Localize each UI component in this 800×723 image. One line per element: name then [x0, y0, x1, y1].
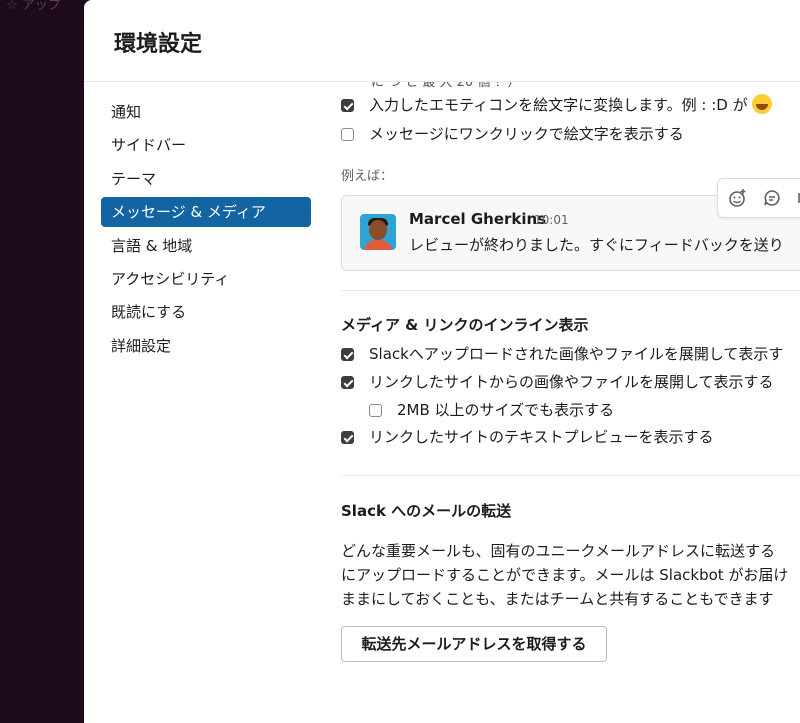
message-timestamp: 10:01 — [534, 213, 569, 227]
one-click-emoji-checkbox[interactable] — [341, 128, 354, 141]
email-forward-section-title: Slack へのメールの転送 — [341, 502, 512, 520]
media-section-title: メディア & リンクのインライン表示 — [341, 316, 589, 334]
sidebar-item-advanced[interactable]: 詳細設定 — [101, 331, 311, 361]
add-reaction-icon[interactable] — [728, 188, 748, 208]
email-forward-description-line: ままにしておくことも、またはチームと共有することもできます — [341, 590, 774, 608]
sidebar-item-themes[interactable]: テーマ — [101, 164, 311, 194]
linked-media-checkbox[interactable] — [341, 376, 354, 389]
sidebar-item-accessibility[interactable]: アクセシビリティ — [101, 264, 311, 294]
text-preview-checkbox[interactable] — [341, 431, 354, 444]
share-message-icon[interactable] — [796, 188, 800, 208]
avatar — [360, 214, 396, 250]
sidebar-item-messages-media[interactable]: メッセージ & メディア — [101, 197, 311, 228]
emoji-convert-option: 入力したエモティコンを絵文字に変換します。例 : :D が — [341, 94, 772, 116]
email-forward-description-line: にアップロードすることができます。メールは Slackbot がお届け — [341, 566, 789, 584]
one-click-emoji-option: メッセージにワンクリックで絵文字を表示する — [341, 123, 684, 145]
text-preview-option: リンクしたサイトのテキストプレビューを表示する — [341, 426, 714, 448]
large-files-option: 2MB 以上のサイズでも表示する — [369, 399, 614, 421]
reply-thread-icon[interactable] — [762, 188, 782, 208]
one-click-emoji-label: メッセージにワンクリックで絵文字を表示する — [369, 125, 684, 143]
section-divider — [341, 475, 800, 476]
media-upload-checkbox[interactable] — [341, 348, 354, 361]
example-label: 例えば： — [341, 169, 394, 184]
preferences-modal: 環境設定 通知 サイドバー テーマ メッセージ & メディア 言語 & 地域 ア… — [84, 0, 800, 723]
large-files-label: 2MB 以上のサイズでも表示する — [397, 401, 615, 419]
message-text: レビューが終わりました。すぐにフィードバックを送り — [409, 236, 784, 254]
get-forwarding-address-button[interactable]: 転送先メールアドレスを取得する — [341, 626, 607, 662]
background-app-label: ☆ アップ — [6, 0, 61, 13]
email-forward-description-line: どんな重要メールも、固有のユニークメールアドレスに転送する — [341, 542, 775, 560]
sidebar-item-mark-as-read[interactable]: 既読にする — [101, 297, 311, 327]
media-upload-label: Slackへアップロードされた画像やファイルを展開して表示す — [369, 345, 784, 363]
sidebar-item-language-region[interactable]: 言語 & 地域 — [101, 231, 311, 261]
message-actions-toolbar — [717, 178, 800, 218]
large-files-checkbox[interactable] — [369, 404, 382, 417]
modal-title: 環境設定 — [114, 32, 203, 57]
sidebar-item-sidebar[interactable]: サイドバー — [101, 130, 311, 160]
emoji-convert-checkbox[interactable] — [341, 99, 354, 112]
linked-media-option: リンクしたサイトからの画像やファイルを展開して表示する — [341, 371, 774, 393]
message-author: Marcel Gherkins — [409, 210, 547, 228]
text-preview-label: リンクしたサイトのテキストプレビューを表示する — [369, 428, 714, 446]
modal-header: 環境設定 — [84, 0, 800, 82]
sidebar-item-notifications[interactable]: 通知 — [101, 97, 311, 127]
section-divider — [341, 290, 800, 291]
grinning-emoji-icon — [751, 94, 772, 114]
media-upload-option: Slackへアップロードされた画像やファイルを展開して表示す — [341, 343, 783, 365]
linked-media-label: リンクしたサイトからの画像やファイルを展開して表示する — [369, 373, 774, 391]
preferences-content: に つ と 最 大 20 個 ！） 入力したエモティコンを絵文字に変換します。例… — [341, 75, 800, 723]
emoji-convert-label: 入力したエモティコンを絵文字に変換します。例 : :D が — [369, 96, 748, 114]
preferences-sidebar: 通知 サイドバー テーマ メッセージ & メディア 言語 & 地域 アクセシビリ… — [101, 97, 311, 364]
pin-icon: ☆ — [6, 0, 18, 13]
